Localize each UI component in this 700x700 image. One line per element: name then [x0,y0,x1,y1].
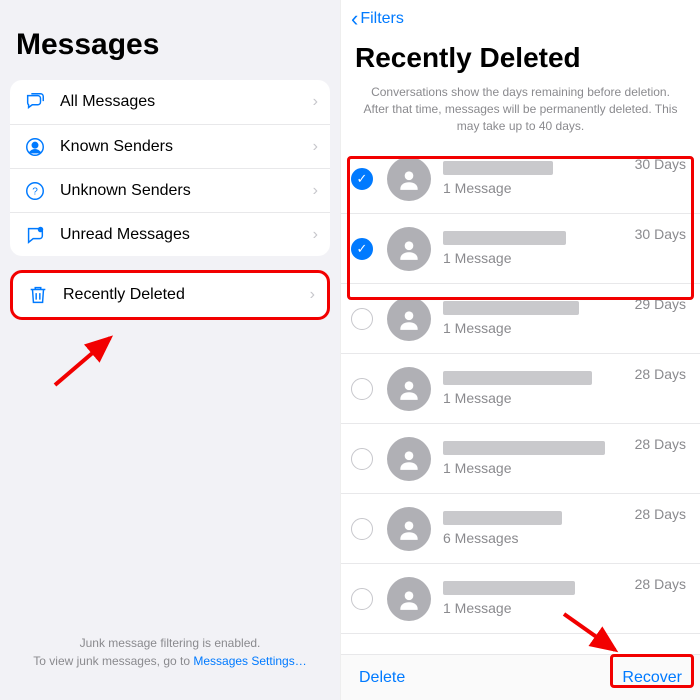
message-count: 1 Message [443,250,627,266]
chevron-right-icon: › [310,286,315,304]
svg-text:?: ? [32,186,38,197]
conversation-row[interactable]: 1 Message 28 Days [341,564,700,634]
messages-settings-link[interactable]: Messages Settings… [193,654,306,668]
redacted-name [443,161,553,175]
message-count: 1 Message [443,600,627,616]
page-title: Recently Deleted [341,38,700,84]
conversation-row[interactable]: ✓ 1 Message 30 Days [341,214,700,284]
avatar-icon [387,227,431,271]
chevron-left-icon: ‹ [351,8,358,30]
conversation-info: 6 Messages [443,511,627,546]
conversation-row[interactable]: 1 Message 28 Days [341,354,700,424]
person-circle-icon [22,136,48,158]
filter-unknown-senders[interactable]: ? Unknown Senders › [10,168,330,212]
filter-label: Known Senders [60,138,313,156]
back-label: Filters [360,10,404,28]
filter-all-messages[interactable]: All Messages › [10,80,330,124]
conversation-info: 1 Message [443,161,627,196]
footer-line1: Junk message filtering is enabled. [10,634,330,652]
filter-label: All Messages [60,93,313,111]
message-count: 1 Message [443,320,627,336]
conversation-row[interactable]: 6 Messages 28 Days [341,494,700,564]
info-note: Conversations show the days remaining be… [341,84,700,144]
filter-unread-messages[interactable]: Unread Messages › [10,212,330,256]
select-checkbox[interactable] [351,378,373,400]
select-checkbox[interactable] [351,448,373,470]
redacted-name [443,441,605,455]
redacted-name [443,301,579,315]
redacted-name [443,231,566,245]
chat-dot-icon [22,224,48,246]
conversation-info: 1 Message [443,231,627,266]
message-count: 1 Message [443,180,627,196]
conversation-row[interactable]: 1 Message 29 Days [341,284,700,354]
filter-label: Unknown Senders [60,182,313,200]
chevron-right-icon: › [313,226,318,244]
chevron-right-icon: › [313,182,318,200]
days-remaining: 30 Days [635,224,686,242]
message-count: 1 Message [443,390,627,406]
recover-button[interactable]: Recover [622,669,682,687]
filter-recently-deleted-highlight: Recently Deleted › [10,270,330,320]
select-checkbox[interactable] [351,308,373,330]
avatar-icon [387,157,431,201]
footer-note: Junk message filtering is enabled. To vi… [10,634,330,700]
filter-label: Unread Messages [60,226,313,244]
select-checkbox[interactable] [351,588,373,610]
avatar-icon [387,507,431,551]
conversation-info: 1 Message [443,301,627,336]
filter-known-senders[interactable]: Known Senders › [10,124,330,168]
bottom-toolbar: Delete Recover [341,654,700,700]
conversation-info: 1 Message [443,441,627,476]
filters-pane: Messages All Messages › Known Senders › … [0,0,340,700]
days-remaining: 30 Days [635,154,686,172]
conversation-row[interactable]: ✓ 1 Message 30 Days [341,144,700,214]
annotation-arrow-icon [50,330,130,390]
chat-bubbles-icon [22,91,48,113]
days-remaining: 28 Days [635,434,686,452]
avatar-icon [387,367,431,411]
chevron-right-icon: › [313,138,318,156]
conversation-row[interactable]: 1 Message 28 Days [341,424,700,494]
trash-icon [25,284,51,306]
message-count: 6 Messages [443,530,627,546]
conversation-info: 1 Message [443,371,627,406]
chevron-right-icon: › [313,93,318,111]
filter-list: All Messages › Known Senders › ? Unknown… [10,80,330,256]
redacted-name [443,581,575,595]
recently-deleted-pane: ‹ Filters Recently Deleted Conversations… [340,0,700,700]
redacted-name [443,371,592,385]
select-checkbox[interactable]: ✓ [351,168,373,190]
page-title: Messages [10,0,330,80]
days-remaining: 28 Days [635,574,686,592]
select-checkbox[interactable]: ✓ [351,238,373,260]
back-button[interactable]: ‹ Filters [341,0,700,38]
avatar-icon [387,577,431,621]
avatar-icon [387,437,431,481]
message-count: 1 Message [443,460,627,476]
person-question-icon: ? [22,180,48,202]
redacted-name [443,511,562,525]
filter-label: Recently Deleted [63,286,310,304]
delete-button[interactable]: Delete [359,669,405,687]
days-remaining: 29 Days [635,294,686,312]
footer-line2: To view junk messages, go to Messages Se… [10,652,330,670]
days-remaining: 28 Days [635,364,686,382]
select-checkbox[interactable] [351,518,373,540]
conversation-info: 1 Message [443,581,627,616]
days-remaining: 28 Days [635,504,686,522]
avatar-icon [387,297,431,341]
filter-recently-deleted[interactable]: Recently Deleted › [13,273,327,317]
conversation-list: ✓ 1 Message 30 Days ✓ 1 Message 30 Days 1 Mess… [341,144,700,654]
